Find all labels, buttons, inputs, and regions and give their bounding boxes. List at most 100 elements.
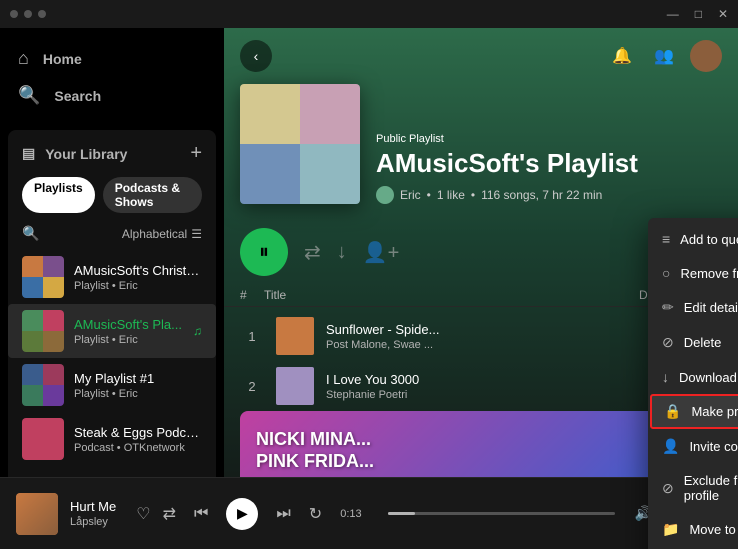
maximize-button[interactable]: □ — [695, 7, 702, 21]
meta-separator2: • — [471, 188, 475, 202]
player-heart-button[interactable]: ♡ — [136, 504, 150, 524]
titlebar-dot-2 — [24, 10, 32, 18]
folder-icon: 📁 — [662, 521, 679, 538]
friends-button[interactable]: 👥 — [648, 40, 680, 72]
shuffle-icon[interactable]: ⇄ — [304, 240, 321, 265]
library-icon: ▤ — [22, 145, 35, 162]
library-title-label: Your Library — [45, 146, 127, 162]
playlist-item-myplaylist[interactable]: My Playlist #1 Playlist • Eric — [8, 358, 216, 412]
menu-item-remove-profile[interactable]: ○ Remove from profile — [648, 256, 738, 290]
menu-item-move-folder[interactable]: 📁 Move to folder › — [648, 512, 738, 547]
home-icon: ⌂ — [18, 48, 29, 69]
prev-btn[interactable]: ⏮ — [194, 505, 208, 523]
sidebar-item-search-label: Search — [54, 88, 101, 104]
menu-label-add-queue: Add to queue — [680, 232, 738, 247]
track-info-2: I Love You 3000 Stephanie Poetri — [326, 372, 687, 401]
notifications-button[interactable]: 🔔 — [606, 40, 638, 72]
repeat-btn[interactable]: ↻ — [309, 504, 322, 524]
hero-art-cell-2 — [300, 84, 360, 144]
add-user-icon[interactable]: 👤+ — [363, 240, 400, 265]
playlist-name-christmas: AMusicSoft's Christmas... — [74, 263, 202, 278]
player-bar: Hurt Me Låpsley ♡ ⇄ ⏮ ▶ ⏭ ↻ 0:13 🔊 — [0, 477, 738, 549]
menu-item-download[interactable]: ↓ Download — [648, 360, 738, 394]
titlebar-dots — [10, 10, 46, 18]
playlist-thumb-myplaylist — [22, 364, 64, 406]
track-name-2: I Love You 3000 — [326, 372, 687, 387]
player-controls: ⇄ ⏮ ▶ ⏭ ↻ 0:13 — [163, 498, 623, 530]
playlist-speaking-icon: ♫ — [193, 322, 202, 340]
meta-separator: • — [427, 188, 431, 202]
player-track-name: Hurt Me — [70, 499, 116, 514]
playlist-info-amusic: AMusicSoft's Pla... Playlist • Eric — [74, 317, 182, 346]
sidebar-nav: ⌂ Home 🔍 Search — [0, 28, 224, 126]
playlist-item-amusic[interactable]: AMusicSoft's Pla... Playlist • Eric ♫ — [8, 304, 216, 358]
library-sort-button[interactable]: Alphabetical ☰ — [122, 227, 202, 241]
player-progress-bar[interactable] — [388, 512, 615, 515]
col-title: Title — [264, 288, 622, 302]
meta-user: Eric — [400, 188, 421, 202]
hero-art — [240, 84, 360, 204]
context-menu: ≡ Add to queue ○ Remove from profile ✏ E… — [648, 218, 738, 549]
library-sort-label: Alphabetical — [122, 227, 187, 241]
menu-label-invite: Invite collaborators — [689, 439, 738, 454]
avatar-button[interactable] — [690, 40, 722, 72]
meta-songs: 116 songs, 7 hr 22 min — [481, 188, 602, 202]
track-name-1: Sunflower - Spide... — [326, 322, 687, 337]
track-info-1: Sunflower - Spide... Post Malone, Swae .… — [326, 322, 687, 351]
edit-icon: ✏ — [662, 299, 674, 316]
menu-item-delete[interactable]: ⊘ Delete — [648, 325, 738, 360]
menu-item-exclude[interactable]: ⊘ Exclude from your taste profile — [648, 464, 738, 512]
playlist-meta: Eric • 1 like • 116 songs, 7 hr 22 min — [376, 186, 722, 204]
menu-item-make-private[interactable]: 🔒 Make private — [650, 394, 738, 429]
sidebar-item-search[interactable]: 🔍 Search — [8, 77, 216, 114]
playlist-type-label: Public Playlist — [376, 133, 722, 145]
playlist-item-christmas[interactable]: AMusicSoft's Christmas... Playlist • Eri… — [8, 250, 216, 304]
player-play-button[interactable]: ▶ — [226, 498, 258, 530]
library-sort-icon: ☰ — [191, 227, 202, 241]
next-btn[interactable]: ⏭ — [276, 505, 290, 523]
play-button[interactable]: ⏸ — [240, 228, 288, 276]
hero-art-cell-3 — [240, 144, 300, 204]
playlist-item-podcast[interactable]: Steak & Eggs Podcast Podcast • OTKnetwor… — [8, 412, 216, 466]
sidebar-item-home[interactable]: ⌂ Home — [8, 40, 216, 77]
close-button[interactable]: ✕ — [718, 7, 728, 21]
download-menu-icon: ↓ — [662, 369, 669, 385]
player-progress-fill — [388, 512, 415, 515]
filter-tabs: Playlists Podcasts & Shows — [8, 173, 216, 221]
playlist-info-christmas: AMusicSoft's Christmas... Playlist • Eri… — [74, 263, 202, 292]
playlist-thumb-christmas — [22, 256, 64, 298]
library-search-icon[interactable]: 🔍 — [22, 225, 39, 242]
library-search-bar: 🔍 Alphabetical ☰ — [8, 221, 216, 250]
download-icon[interactable]: ↓ — [337, 241, 347, 264]
library-add-button[interactable]: + — [190, 142, 202, 165]
library-header: ▤ Your Library + — [8, 130, 216, 173]
back-button[interactable]: ‹ — [240, 40, 272, 72]
playlist-sub-christmas: Playlist • Eric — [74, 280, 202, 292]
menu-item-invite[interactable]: 👤 Invite collaborators — [648, 429, 738, 464]
track-num-2: 2 — [240, 379, 264, 394]
filter-tab-playlists[interactable]: Playlists — [22, 177, 95, 213]
hero-art-cell-4 — [300, 144, 360, 204]
menu-item-edit-details[interactable]: ✏ Edit details — [648, 290, 738, 325]
shuffle-btn[interactable]: ⇄ — [163, 504, 176, 524]
minimize-button[interactable]: — — [667, 7, 679, 21]
menu-label-download: Download — [679, 370, 738, 385]
menu-item-add-queue[interactable]: ≡ Add to queue — [648, 222, 738, 256]
track-art-1 — [276, 317, 314, 355]
titlebar-dot-3 — [38, 10, 46, 18]
player-track-info: Hurt Me Låpsley — [70, 499, 116, 528]
titlebar-controls: — □ ✕ — [667, 7, 728, 21]
menu-label-edit-details: Edit details — [684, 300, 738, 315]
exclude-icon: ⊘ — [662, 480, 674, 497]
menu-label-delete: Delete — [684, 335, 738, 350]
playlist-name-podcast: Steak & Eggs Podcast — [74, 425, 202, 440]
playlist-thumb-amusic — [22, 310, 64, 352]
hero-info: Public Playlist AMusicSoft's Playlist Er… — [376, 133, 722, 204]
track-num-1: 1 — [240, 329, 264, 344]
lock-icon: 🔒 — [664, 403, 681, 420]
filter-tab-podcasts[interactable]: Podcasts & Shows — [103, 177, 202, 213]
menu-label-make-private: Make private — [691, 404, 738, 419]
library-title-button[interactable]: ▤ Your Library — [22, 145, 127, 162]
playlist-hero: Public Playlist AMusicSoft's Playlist Er… — [224, 84, 738, 220]
playlist-name-myplaylist: My Playlist #1 — [74, 371, 154, 386]
